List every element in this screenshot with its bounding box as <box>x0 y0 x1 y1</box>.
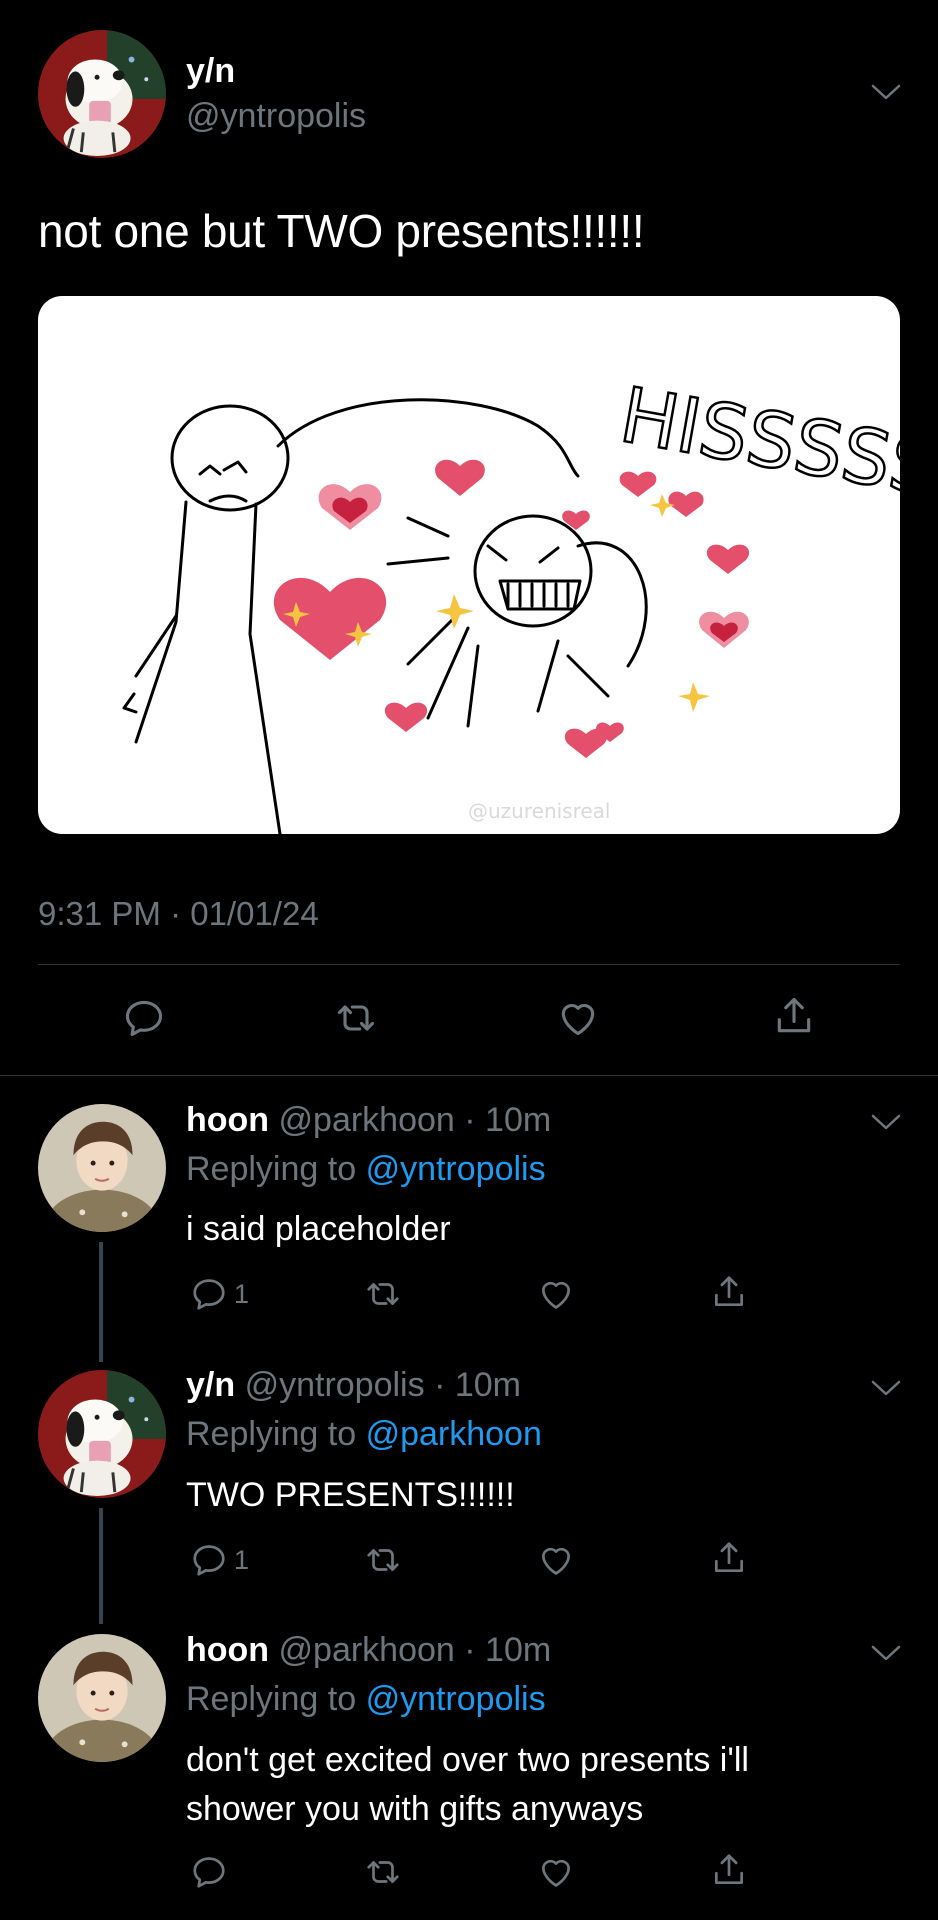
share-button[interactable] <box>772 994 816 1038</box>
replying-to: Replying to @yntropolis <box>186 1680 546 1719</box>
avatar[interactable] <box>38 1370 166 1498</box>
handle[interactable]: @parkhoon <box>279 1631 455 1669</box>
retweet-button[interactable] <box>364 1541 402 1579</box>
share-button[interactable] <box>710 1851 748 1889</box>
reply-icon <box>190 1275 228 1313</box>
tweet-image[interactable]: HISSSSSS @uzurenisreal <box>38 296 900 834</box>
retweet-icon <box>364 1541 402 1579</box>
like-icon <box>537 1853 575 1891</box>
reply-button[interactable] <box>190 1853 228 1891</box>
avatar[interactable] <box>38 1104 166 1232</box>
retweet-icon <box>364 1853 402 1891</box>
share-icon <box>772 994 816 1038</box>
reply-count: 1 <box>234 1544 250 1575</box>
reply-button[interactable]: 1 <box>190 1541 249 1579</box>
reply-count: 1 <box>234 1278 250 1309</box>
mention-link[interactable]: @yntropolis <box>366 1150 546 1188</box>
chevron-down-icon[interactable] <box>869 1643 903 1663</box>
handle[interactable]: @yntropolis <box>245 1366 425 1404</box>
display-name[interactable]: hoon <box>186 1631 269 1669</box>
tweet-timestamp: 9:31 PM · 01/01/24 <box>38 895 319 932</box>
reply-header: y/n @yntropolis · 10m <box>186 1366 521 1405</box>
reply-button[interactable] <box>122 996 166 1040</box>
avatar[interactable] <box>38 1634 166 1762</box>
reply-button[interactable]: 1 <box>190 1275 249 1313</box>
divider <box>0 1075 938 1076</box>
handle[interactable]: @yntropolis <box>186 97 366 136</box>
retweet-icon <box>364 1275 402 1313</box>
mention-link[interactable]: @yntropolis <box>366 1680 546 1718</box>
replying-label: Replying to <box>186 1150 357 1188</box>
image-watermark: @uzurenisreal <box>468 799 611 823</box>
like-button[interactable] <box>537 1275 575 1313</box>
tweet-text: not one but TWO presents!!!!!! <box>38 205 645 257</box>
display-name[interactable]: hoon <box>186 1101 269 1139</box>
reply-text-line: shower you with gifts anyways <box>186 1790 644 1828</box>
display-name[interactable]: y/n <box>186 52 235 91</box>
share-button[interactable] <box>710 1273 748 1311</box>
hiss-text: HISSSSSS <box>614 370 900 522</box>
replying-label: Replying to <box>186 1680 357 1718</box>
reply-header: hoon @parkhoon · 10m <box>186 1101 551 1140</box>
reply-text: TWO PRESENTS!!!!!! <box>186 1476 515 1514</box>
replying-to: Replying to @parkhoon <box>186 1415 542 1454</box>
replying-label: Replying to <box>186 1415 357 1453</box>
like-button[interactable] <box>537 1541 575 1579</box>
share-icon <box>710 1539 748 1577</box>
retweet-button[interactable] <box>334 996 378 1040</box>
handle[interactable]: @parkhoon <box>279 1101 455 1139</box>
chevron-down-icon[interactable] <box>869 1378 903 1398</box>
reply-time: · 10m <box>464 1101 552 1139</box>
thread-line <box>99 1242 103 1362</box>
mention-link[interactable]: @parkhoon <box>366 1415 542 1453</box>
display-name[interactable]: y/n <box>186 1366 235 1404</box>
reply-header: hoon @parkhoon · 10m <box>186 1631 551 1670</box>
avatar[interactable] <box>38 30 166 158</box>
reply-time: · 10m <box>464 1631 552 1669</box>
reply-text-line: don't get excited over two presents i'll <box>186 1741 749 1779</box>
divider <box>38 964 900 965</box>
reply-icon <box>190 1853 228 1891</box>
reply-icon <box>122 996 166 1040</box>
replying-to: Replying to @yntropolis <box>186 1150 546 1189</box>
chevron-down-icon[interactable] <box>869 1112 903 1132</box>
retweet-button[interactable] <box>364 1853 402 1891</box>
chevron-down-icon[interactable] <box>869 82 903 102</box>
like-icon <box>537 1541 575 1579</box>
reply-time: · 10m <box>434 1366 521 1404</box>
share-icon <box>710 1273 748 1311</box>
retweet-button[interactable] <box>364 1275 402 1313</box>
like-button[interactable] <box>556 996 600 1040</box>
like-icon <box>537 1275 575 1313</box>
reply-icon <box>190 1541 228 1579</box>
like-icon <box>556 996 600 1040</box>
thread-line <box>99 1508 103 1624</box>
retweet-icon <box>334 996 378 1040</box>
share-icon <box>710 1851 748 1889</box>
share-button[interactable] <box>710 1539 748 1577</box>
like-button[interactable] <box>537 1853 575 1891</box>
doodle-illustration: HISSSSSS @uzurenisreal <box>122 369 900 834</box>
reply-text: i said placeholder <box>186 1210 451 1248</box>
